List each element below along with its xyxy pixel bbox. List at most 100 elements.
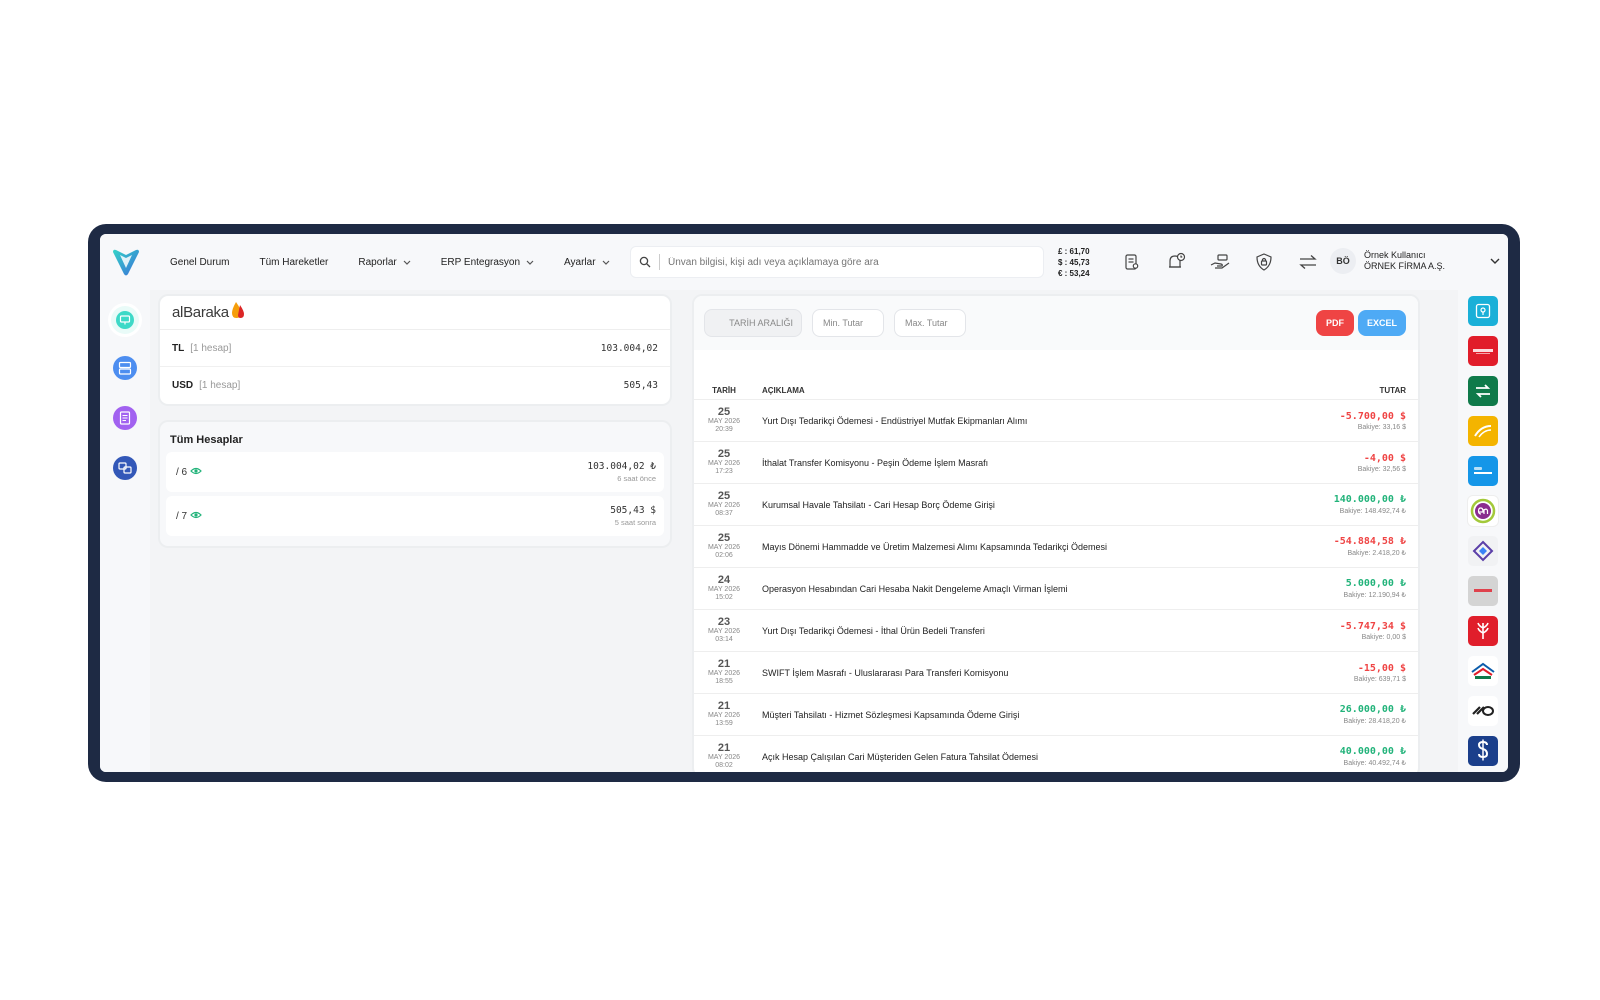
bell-clock-icon[interactable]: [1164, 250, 1188, 274]
account-row[interactable]: / 7 505,43 $ 5 saat sonra: [166, 496, 664, 536]
account-balance-wrap: 505,43 $ 5 saat sonra: [610, 505, 656, 527]
bank-vault-icon[interactable]: [1468, 296, 1498, 326]
tx-month: MAY 2026: [707, 670, 741, 677]
tx-time: 02:06: [715, 552, 733, 559]
pdf-button[interactable]: PDF: [1316, 310, 1354, 336]
tx-date: 21 MAY 2026 08:02: [694, 743, 754, 770]
currency-row[interactable]: USD [1 hesap] 505,43: [160, 367, 670, 404]
tx-time: 08:02: [715, 762, 733, 769]
vakifbank-icon[interactable]: [1468, 416, 1498, 446]
ziraat-icon[interactable]: [1468, 616, 1498, 646]
table-row[interactable]: 21 MAY 2026 08:02 Açık Hesap Çalışılan Cari…: [694, 736, 1418, 772]
account-count: [1 hesap]: [190, 342, 232, 354]
currency-name: USD: [172, 380, 194, 391]
table-row[interactable]: 21 MAY 2026 18:55 SWIFT İşlem Masrafı - Ulu…: [694, 652, 1418, 694]
sidebar-dashboard-icon[interactable]: [111, 306, 139, 334]
sidebar-reports-icon[interactable]: [111, 404, 139, 432]
nav-item-0[interactable]: Genel Durum: [170, 257, 229, 268]
account-balance: 505,43 $: [610, 505, 656, 516]
min-amount-input[interactable]: Min. Tutar: [812, 309, 884, 337]
garanti-icon[interactable]: [1468, 376, 1498, 406]
table-row[interactable]: 23 MAY 2026 03:14 Yurt Dışı Tedarikçi Ödeme…: [694, 610, 1418, 652]
isbank-icon[interactable]: [1468, 736, 1498, 766]
table-row[interactable]: 25 MAY 2026 17:23 İthalat Transfer Komisyon…: [694, 442, 1418, 484]
tx-balance: Bakiye: 12.190,94 ₺: [1343, 592, 1406, 599]
date-range-filter[interactable]: TARİH ARALIĞI: [704, 309, 802, 337]
tx-table-header: TARİH AÇIKLAMA TUTAR: [694, 366, 1418, 400]
search-divider: [659, 254, 660, 270]
tx-amount-wrap: -15,00 $ Bakiye: 639,71 $: [1278, 663, 1418, 683]
tx-amount-wrap: -4,00 $ Bakiye: 32,56 $: [1278, 453, 1418, 473]
chevron-down-icon[interactable]: [1490, 256, 1500, 267]
tx-month: MAY 2026: [707, 502, 741, 509]
tx-day: 21: [717, 658, 731, 670]
max-amount-input[interactable]: Max. Tutar: [894, 309, 966, 337]
account-count: [1 hesap]: [199, 380, 241, 391]
tx-amount: 26.000,00 ₺: [1339, 704, 1406, 715]
eye-icon[interactable]: [190, 511, 202, 522]
header-amount: TUTAR: [1379, 386, 1406, 395]
nav-item-3[interactable]: ERP Entegrasyon: [441, 257, 534, 268]
tx-description: Yurt Dışı Tedarikçi Ödemesi - İthal Ürün…: [762, 625, 985, 636]
tx-month: MAY 2026: [707, 628, 741, 635]
halkbank-icon[interactable]: [1468, 656, 1498, 686]
search-icon: [639, 256, 651, 268]
tx-balance: Bakiye: 33,16 $: [1357, 423, 1406, 431]
currency-row[interactable]: TL [1 hesap] 103.004,02: [160, 330, 670, 367]
search-input[interactable]: [668, 256, 1043, 268]
tx-balance: Bakiye: 639,71 $: [1353, 675, 1406, 683]
tx-amount-wrap: 40.000,00 ₺ Bakiye: 40.492,74 ₺: [1278, 746, 1418, 767]
tx-balance: Bakiye: 32,56 $: [1357, 465, 1406, 473]
tx-month: MAY 2026: [707, 544, 741, 551]
table-row[interactable]: 24 MAY 2026 15:02 Operasyon Hesabından Cari…: [694, 568, 1418, 610]
tx-description: Açık Hesap Çalışılan Cari Müşteriden Gel…: [762, 751, 1038, 762]
app-logo-icon[interactable]: [106, 242, 146, 282]
table-row[interactable]: 21 MAY 2026 13:59 Müşteri Tahsilatı - Hizme…: [694, 694, 1418, 736]
tx-month: MAY 2026: [707, 754, 741, 761]
nav-item-2[interactable]: Raporlar: [358, 257, 411, 268]
tx-description: Mayıs Dönemi Hammadde ve Üretim Malzemes…: [762, 541, 1107, 552]
transfer-arrows-icon[interactable]: [1296, 250, 1320, 274]
tx-time: 15:02: [715, 594, 733, 601]
table-row[interactable]: 25 MAY 2026 08:37 Kurumsal Havale Tahsilatı…: [694, 484, 1418, 526]
account-id: / 6: [176, 466, 188, 478]
document-search-icon[interactable]: [1120, 250, 1144, 274]
shield-lock-icon[interactable]: [1252, 250, 1276, 274]
rate-usd: $ : 45,73: [1058, 258, 1090, 267]
tx-date: 21 MAY 2026 13:59: [694, 701, 754, 728]
tx-balance: Bakiye: 0,00 $: [1361, 633, 1406, 641]
akbank-icon[interactable]: [1468, 336, 1498, 366]
tx-date: 25 MAY 2026 20:39: [694, 407, 754, 434]
enpara-icon[interactable]: [1468, 496, 1498, 526]
tx-balance: Bakiye: 148.492,74 ₺: [1339, 508, 1406, 515]
nav-item-label: ERP Entegrasyon: [440, 256, 521, 268]
user-menu[interactable]: BÖ Örnek Kullanıcı ÖRNEK FİRMA A.Ş.: [1330, 248, 1445, 274]
eye-icon[interactable]: [190, 467, 202, 478]
qnb-diamond-icon[interactable]: [1468, 536, 1498, 566]
excel-button[interactable]: EXCEL: [1358, 310, 1406, 336]
account-row[interactable]: / 6 103.004,02 ₺ 6 saat önce: [166, 452, 664, 492]
yapikredi-icon[interactable]: [1468, 456, 1498, 486]
kuveyt-icon[interactable]: [1468, 696, 1498, 726]
tx-description: Operasyon Hesabından Cari Hesaba Nakit D…: [762, 583, 1068, 594]
sekerbank-icon[interactable]: [1468, 576, 1498, 606]
transactions-card: TARİH ARALIĞI Min. Tutar Max. Tutar PDF …: [694, 296, 1418, 772]
nav-item-4[interactable]: Ayarlar: [564, 257, 610, 268]
table-row[interactable]: 25 MAY 2026 20:39 Yurt Dışı Tedarikçi Ödeme…: [694, 400, 1418, 442]
user-company: ÖRNEK FİRMA A.Ş.: [1364, 261, 1446, 271]
tx-balance: Bakiye: 2.418,20 ₺: [1347, 550, 1406, 557]
search-box[interactable]: [630, 246, 1044, 278]
currency-name: TL: [172, 342, 185, 354]
hand-money-icon[interactable]: [1208, 250, 1232, 274]
table-row[interactable]: 25 MAY 2026 02:06 Mayıs Dönemi Hammadde ve …: [694, 526, 1418, 568]
tx-day: 21: [717, 742, 731, 754]
tx-time: 17:23: [715, 468, 733, 475]
account-updated: 6 saat önce: [617, 474, 656, 483]
sidebar-accounts-icon[interactable]: [111, 354, 139, 382]
nav-item-1[interactable]: Tüm Hareketler: [259, 257, 328, 268]
tx-amount-wrap: 26.000,00 ₺ Bakiye: 28.418,20 ₺: [1278, 704, 1418, 725]
bank-summary-card[interactable]: alBaraka TL [1 hesap] 103.004,02 USD [1 hesa…: [160, 296, 670, 404]
account-balance: 103.004,02 ₺: [587, 461, 656, 472]
tx-date: 25 MAY 2026 08:37: [694, 491, 754, 518]
sidebar-integration-icon[interactable]: [111, 454, 139, 482]
